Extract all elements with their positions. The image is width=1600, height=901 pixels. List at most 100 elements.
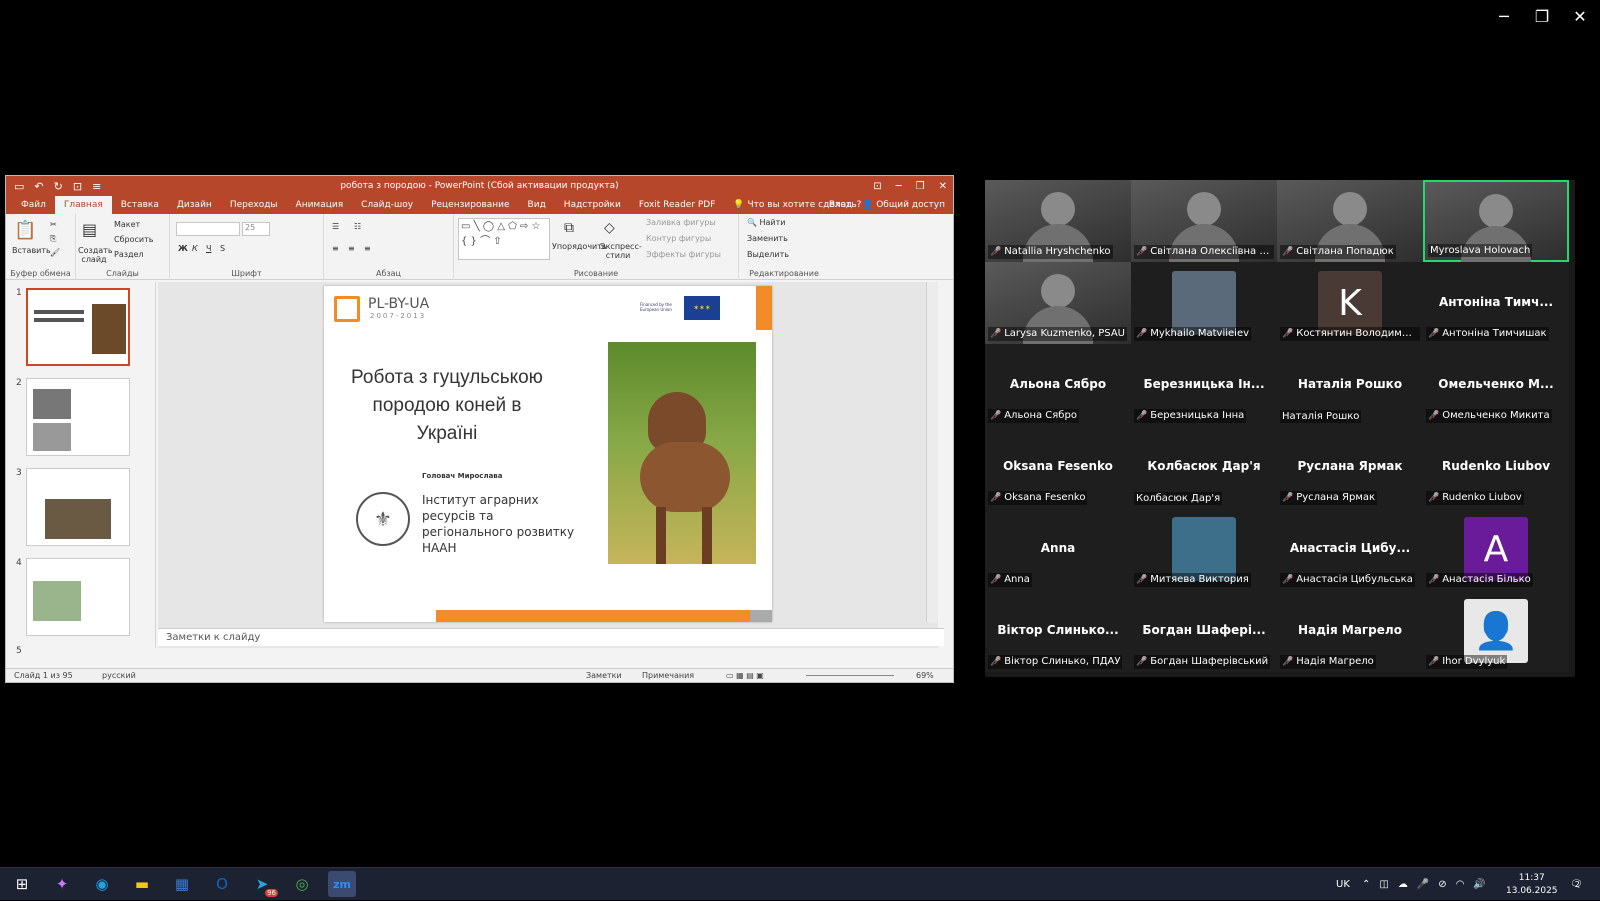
participant-tile[interactable]: Myroslava Holovach: [1423, 180, 1569, 264]
new-slide-icon[interactable]: ▤: [82, 220, 97, 239]
participant-tile[interactable]: 👤 🎤̸ Ihor Dvylyuk: [1423, 590, 1569, 672]
onedrive-icon[interactable]: ☁: [1398, 879, 1408, 890]
participant-tile[interactable]: Омельченко М... 🎤̸ Омельченко Микита: [1423, 344, 1569, 426]
slide-thumbnail-4[interactable]: [26, 558, 130, 636]
participant-tile[interactable]: A 🎤̸ Анастасія Білько: [1423, 508, 1569, 590]
redo-icon[interactable]: ↻: [54, 180, 63, 193]
participant-tile[interactable]: 🎤̸ Митяева Виктория: [1131, 508, 1277, 590]
participant-tile[interactable]: 🎤̸ Larysa Kuzmenko, PSAU: [985, 262, 1131, 344]
tab-home[interactable]: Главная: [54, 196, 112, 214]
participant-tile[interactable]: K 🎤̸ Костянтин Володимиро...: [1277, 262, 1423, 344]
ppt-minimize-button[interactable]: ─: [896, 181, 902, 192]
participant-tile[interactable]: Віктор Слинько... 🎤̸ Віктор Слинько, ПДАУ: [985, 590, 1131, 672]
participant-tile[interactable]: Rudenko Liubov 🎤̸ Rudenko Liubov: [1423, 426, 1569, 508]
save-icon[interactable]: ▭: [14, 180, 24, 193]
tab-design[interactable]: Дизайн: [168, 196, 221, 214]
participant-tile[interactable]: Oksana Fesenko 🎤̸ Oksana Fesenko: [985, 426, 1131, 508]
strike-button[interactable]: S: [220, 244, 225, 253]
outlook-icon[interactable]: O: [208, 871, 236, 897]
tab-file[interactable]: Файл: [12, 196, 55, 214]
format-painter-icon[interactable]: 🖌: [50, 248, 60, 257]
ppt-restore-button[interactable]: ❐: [916, 181, 925, 192]
microphone-icon[interactable]: 🎤: [1417, 879, 1429, 890]
telegram-icon[interactable]: ➤ 96: [248, 871, 278, 897]
participant-tile[interactable]: Anna 🎤̸ Anna: [985, 508, 1131, 590]
current-slide[interactable]: PL-BY-UA 2007-2013 Financed by the Europ…: [324, 286, 772, 622]
customize-icon[interactable]: ≡: [92, 180, 101, 193]
present-icon[interactable]: ⊡: [73, 180, 82, 193]
bold-button[interactable]: Ж: [178, 244, 188, 253]
participant-tile[interactable]: Богдан Шафері... 🎤̸ Богдан Шаферівський: [1131, 590, 1277, 672]
start-button[interactable]: ⊞: [8, 871, 36, 897]
show-hidden-icons[interactable]: ⌃: [1362, 879, 1370, 890]
participant-tile[interactable]: Надія Магрело 🎤̸ Надія Магрело: [1277, 590, 1423, 672]
slide-thumbnail-2[interactable]: [26, 378, 130, 456]
participant-tile[interactable]: Антоніна Тимч... 🎤̸ Антоніна Тимчишак: [1423, 262, 1569, 344]
cut-icon[interactable]: ✂: [50, 220, 57, 229]
edge-icon[interactable]: ◉: [88, 871, 116, 897]
bullets-icon[interactable]: ☰: [332, 222, 339, 231]
tab-slideshow[interactable]: Слайд-шоу: [352, 196, 422, 214]
ribbon-display-icon[interactable]: ⊡: [873, 181, 881, 192]
comments-toggle[interactable]: Примечания: [642, 671, 694, 680]
shapes-gallery[interactable]: ▭ ╲ ◯ △ ⬠ ⇨ ☆ { } ⌒ ⇧: [458, 218, 550, 260]
font-size-input[interactable]: 25: [242, 222, 270, 236]
new-slide-button[interactable]: Создать слайд: [78, 246, 113, 264]
notification-button[interactable]: 🗨 2: [1570, 868, 1583, 901]
section-button[interactable]: Раздел: [114, 250, 144, 259]
quick-styles-icon[interactable]: ◇: [604, 220, 615, 236]
shape-fill-button[interactable]: Заливка фигуры: [646, 218, 716, 227]
participant-tile[interactable]: Березницька Ін... 🎤̸ Березницька Інна: [1131, 344, 1277, 426]
participant-tile[interactable]: 🎤̸ Natallia Hryshchenko: [985, 180, 1131, 262]
store-icon[interactable]: ▦: [168, 871, 196, 897]
underline-button[interactable]: Ч: [206, 244, 211, 253]
notes-pane[interactable]: Заметки к слайду: [158, 628, 944, 646]
italic-button[interactable]: К: [192, 244, 198, 253]
paste-icon[interactable]: 📋: [14, 220, 36, 241]
arrange-button[interactable]: Упорядочить: [552, 242, 607, 251]
window-restore-button[interactable]: ❐: [1524, 6, 1560, 28]
align-center-icon[interactable]: ≡: [348, 244, 355, 253]
tab-transitions[interactable]: Переходы: [221, 196, 287, 214]
select-button[interactable]: Выделить: [747, 250, 789, 259]
wifi-icon[interactable]: ◠: [1456, 879, 1465, 890]
participant-tile[interactable]: Колбасюк Дар'я Колбасюк Дар'я: [1131, 426, 1277, 508]
numbering-icon[interactable]: ☷: [354, 222, 361, 231]
clock[interactable]: 11:37 13.06.2025: [1506, 868, 1558, 901]
shape-outline-button[interactable]: Контур фигуры: [646, 234, 711, 243]
vertical-scrollbar[interactable]: [926, 282, 938, 622]
participant-tile[interactable]: Наталія Рошко Наталія Рошко: [1277, 344, 1423, 426]
align-left-icon[interactable]: ≡: [332, 244, 339, 253]
quick-styles-button[interactable]: Экспресс-стили: [600, 242, 642, 260]
zoom-level[interactable]: 69%: [916, 671, 934, 680]
participant-tile[interactable]: 🎤̸ Mykhailo Matviieiev: [1131, 262, 1277, 344]
tab-insert[interactable]: Вставка: [112, 196, 168, 214]
notes-toggle[interactable]: Заметки: [586, 671, 622, 680]
participant-tile[interactable]: 🎤̸ Світлана Попадюк: [1277, 180, 1423, 262]
participant-tile[interactable]: Руслана Ярмак 🎤̸ Руслана Ярмак: [1277, 426, 1423, 508]
slide-thumbnail-1[interactable]: [26, 288, 130, 366]
language-indicator[interactable]: UK: [1336, 868, 1350, 901]
volume-icon[interactable]: 🔊: [1473, 879, 1485, 890]
arrange-icon[interactable]: ⧉: [564, 220, 574, 236]
window-close-button[interactable]: ✕: [1562, 6, 1598, 28]
ppt-close-button[interactable]: ✕: [939, 181, 947, 192]
participant-tile[interactable]: 🎤̸ Світлана Олексіївна Усе...: [1131, 180, 1277, 262]
paste-button[interactable]: Вставить: [12, 246, 51, 255]
language-indicator[interactable]: русский: [102, 671, 136, 680]
tab-review[interactable]: Рецензирование: [422, 196, 518, 214]
zoom-slider[interactable]: [806, 675, 894, 676]
signin-link[interactable]: Вход: [829, 200, 852, 210]
replace-button[interactable]: Заменить: [747, 234, 788, 243]
zoom-icon[interactable]: zm: [328, 871, 356, 897]
tab-animations[interactable]: Анимация: [287, 196, 353, 214]
copy-icon[interactable]: ⎘: [50, 234, 56, 244]
chrome-icon[interactable]: ◎: [288, 871, 316, 897]
view-buttons[interactable]: ▭ ▦ ▤ ▣: [726, 671, 764, 680]
tab-view[interactable]: Вид: [519, 196, 555, 214]
find-button[interactable]: 🔍 Найти: [747, 218, 786, 227]
tab-addins[interactable]: Надстройки: [555, 196, 630, 214]
align-right-icon[interactable]: ≡: [364, 244, 371, 253]
copilot-icon[interactable]: ✦: [48, 871, 76, 897]
file-explorer-icon[interactable]: ▬: [128, 871, 156, 897]
